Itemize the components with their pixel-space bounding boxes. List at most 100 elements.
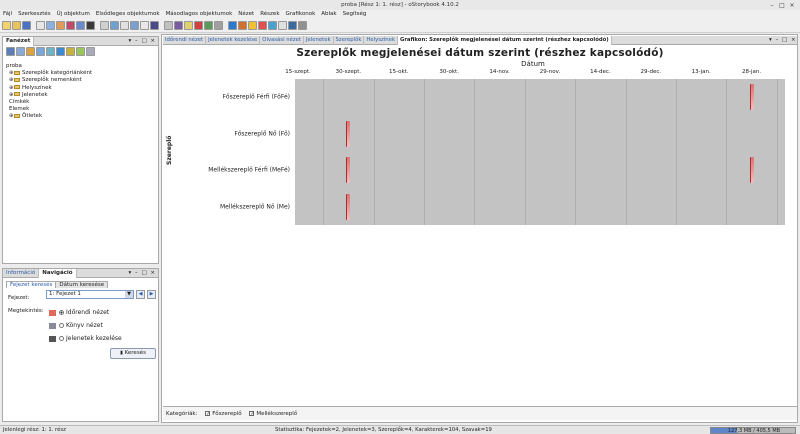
tree-tool-icon[interactable]: [16, 47, 25, 56]
maximize-icon[interactable]: □: [778, 2, 786, 10]
minimize-icon[interactable]: –: [768, 2, 776, 10]
toolbar-button-icon[interactable]: [238, 21, 247, 30]
panel-controls-icon[interactable]: ▾ – □ ×: [128, 269, 156, 278]
chart-point[interactable]: [346, 120, 351, 147]
toolbar-button-icon[interactable]: [2, 21, 11, 30]
chart-point[interactable]: [346, 157, 351, 184]
radio-book[interactable]: [59, 323, 64, 328]
toolbar-button-icon[interactable]: [204, 21, 213, 30]
document-tab-3[interactable]: Jelenetek: [304, 36, 334, 45]
menu-item-9[interactable]: Segítség: [343, 10, 367, 19]
menu-item-6[interactable]: Részek: [260, 10, 279, 19]
tree-panel-title[interactable]: Fanézet: [3, 36, 35, 46]
chart-gridline: [373, 79, 375, 225]
subtab-chapter-search[interactable]: Fejezet keresés: [6, 281, 57, 288]
toolbar-button-icon[interactable]: [150, 21, 159, 30]
toolbar-button-icon[interactable]: [258, 21, 267, 30]
toolbar-button-icon[interactable]: [66, 21, 75, 30]
chart-category-label: Mellékszereplő Férfi (MeFé): [208, 166, 290, 174]
tree-node[interactable]: ⊕ Jelenetek: [6, 92, 92, 99]
tree-node[interactable]: Elemek: [6, 106, 92, 113]
toolbar-button-icon[interactable]: [22, 21, 31, 30]
tree-tool-icon[interactable]: [66, 47, 75, 56]
radio-chronological[interactable]: [59, 310, 64, 315]
checkbox-main-character[interactable]: ✓: [205, 411, 210, 417]
document-tab-2[interactable]: Olvasási nézet: [260, 36, 304, 45]
menu-item-8[interactable]: Ablak: [321, 10, 336, 19]
toolbar-button-icon[interactable]: [228, 21, 237, 30]
folder-icon: [14, 113, 20, 118]
toolbar-button-icon[interactable]: [46, 21, 55, 30]
toolbar-button-icon[interactable]: [130, 21, 139, 30]
document-tab-1[interactable]: Jelenetek kezelése: [206, 36, 261, 45]
menu-item-3[interactable]: Elsődleges objektumok: [96, 10, 160, 19]
toolbar-button-icon[interactable]: [36, 21, 45, 30]
chart-plot-area: [295, 79, 785, 225]
previous-chapter-button[interactable]: ◀: [136, 290, 145, 299]
memory-usage-bar[interactable]: 127,3 MB / 405,5 MB: [710, 427, 796, 434]
chart-x-tick-label: 14-dec.: [590, 69, 611, 75]
toolbar-button-icon[interactable]: [248, 21, 257, 30]
toolbar-button-icon[interactable]: [100, 21, 109, 30]
search-button[interactable]: ▮ Keresés: [110, 348, 156, 359]
toolbar-button-icon[interactable]: [120, 21, 129, 30]
subtab-date-search[interactable]: Dátum keresése: [56, 281, 109, 288]
view-option-scene-manager[interactable]: Jelenetek kezelése: [49, 335, 122, 342]
document-tab-6[interactable]: Grafikon: Szereplők megjelenései dátum s…: [397, 36, 612, 45]
toolbar-button-icon[interactable]: [268, 21, 277, 30]
menu-item-1[interactable]: Szerkesztés: [18, 10, 51, 19]
tree-node[interactable]: ⊕ Ötletek: [6, 113, 92, 120]
view-option-label: Jelenetek kezelése: [66, 335, 122, 342]
menu-item-4[interactable]: Másodlagos objektumok: [166, 10, 233, 19]
toolbar-button-icon[interactable]: [298, 21, 307, 30]
view-option-book[interactable]: Könyv nézet: [49, 322, 103, 329]
menu-item-0[interactable]: Fájl: [3, 10, 12, 19]
chart-point[interactable]: [346, 193, 351, 220]
toolbar-button-icon[interactable]: [184, 21, 193, 30]
toolbar-button-icon[interactable]: [110, 21, 119, 30]
next-chapter-button[interactable]: ▶: [147, 290, 156, 299]
tree-tool-icon[interactable]: [76, 47, 85, 56]
toolbar-button-icon[interactable]: [56, 21, 65, 30]
document-tab-5[interactable]: Helyszínek: [364, 36, 398, 45]
tree-tool-icon[interactable]: [26, 47, 35, 56]
close-icon[interactable]: ×: [788, 2, 796, 10]
radio-scene-manager[interactable]: [59, 336, 64, 341]
checkbox-side-character[interactable]: ✓: [249, 411, 255, 417]
tree-tool-icon[interactable]: [56, 47, 65, 56]
chart-point[interactable]: [749, 84, 754, 111]
toolbar-button-icon[interactable]: [174, 21, 183, 30]
toolbar-button-icon[interactable]: [288, 21, 297, 30]
toolbar-button-icon[interactable]: [76, 21, 85, 30]
tree-tool-icon[interactable]: [46, 47, 55, 56]
menu-item-7[interactable]: Grafikonok: [286, 10, 316, 19]
chevron-down-icon[interactable]: ▼: [125, 291, 133, 298]
doc-panel-controls-icon[interactable]: ▾ – □ ×: [769, 36, 797, 45]
chart-gridline: [776, 79, 778, 225]
tree-node[interactable]: ⊕ Szereplők nemenként: [6, 77, 92, 84]
chart-point[interactable]: [749, 157, 754, 184]
toolbar-button-icon[interactable]: [164, 21, 173, 30]
tab-information[interactable]: Információ: [3, 268, 40, 278]
document-tab-4[interactable]: Szereplők: [334, 36, 365, 45]
tab-navigation[interactable]: Navigáció: [39, 268, 77, 278]
panel-controls-icon[interactable]: ▾ – □ ×: [128, 37, 156, 46]
toolbar-button-icon[interactable]: [140, 21, 149, 30]
tree-tool-icon[interactable]: [86, 47, 95, 56]
menu-item-2[interactable]: Új objektum: [57, 10, 90, 19]
chapter-select[interactable]: 1: Fejezet 1 ▼: [46, 290, 134, 299]
toolbar-button-icon[interactable]: [214, 21, 223, 30]
toolbar-button-icon[interactable]: [86, 21, 95, 30]
document-tab-0[interactable]: Időrendi nézet: [163, 36, 207, 45]
tree-tool-icon[interactable]: [6, 47, 15, 56]
toolbar-button-icon[interactable]: [12, 21, 21, 30]
statistics-status: Statisztika: Fejezetek=2, Jelenetek=3, S…: [275, 427, 492, 433]
tree-node[interactable]: Címkék: [6, 99, 92, 106]
menu-item-5[interactable]: Nézet: [238, 10, 254, 19]
toolbar-button-icon[interactable]: [194, 21, 203, 30]
tree-node[interactable]: ⊕ Helyszínek: [6, 85, 92, 92]
view-option-chronological[interactable]: Időrendi nézet: [49, 309, 109, 316]
tree-tool-icon[interactable]: [36, 47, 45, 56]
status-bar: Jelenlegi rész: 1: 1. rész Statisztika: …: [0, 425, 800, 434]
toolbar-button-icon[interactable]: [278, 21, 287, 30]
